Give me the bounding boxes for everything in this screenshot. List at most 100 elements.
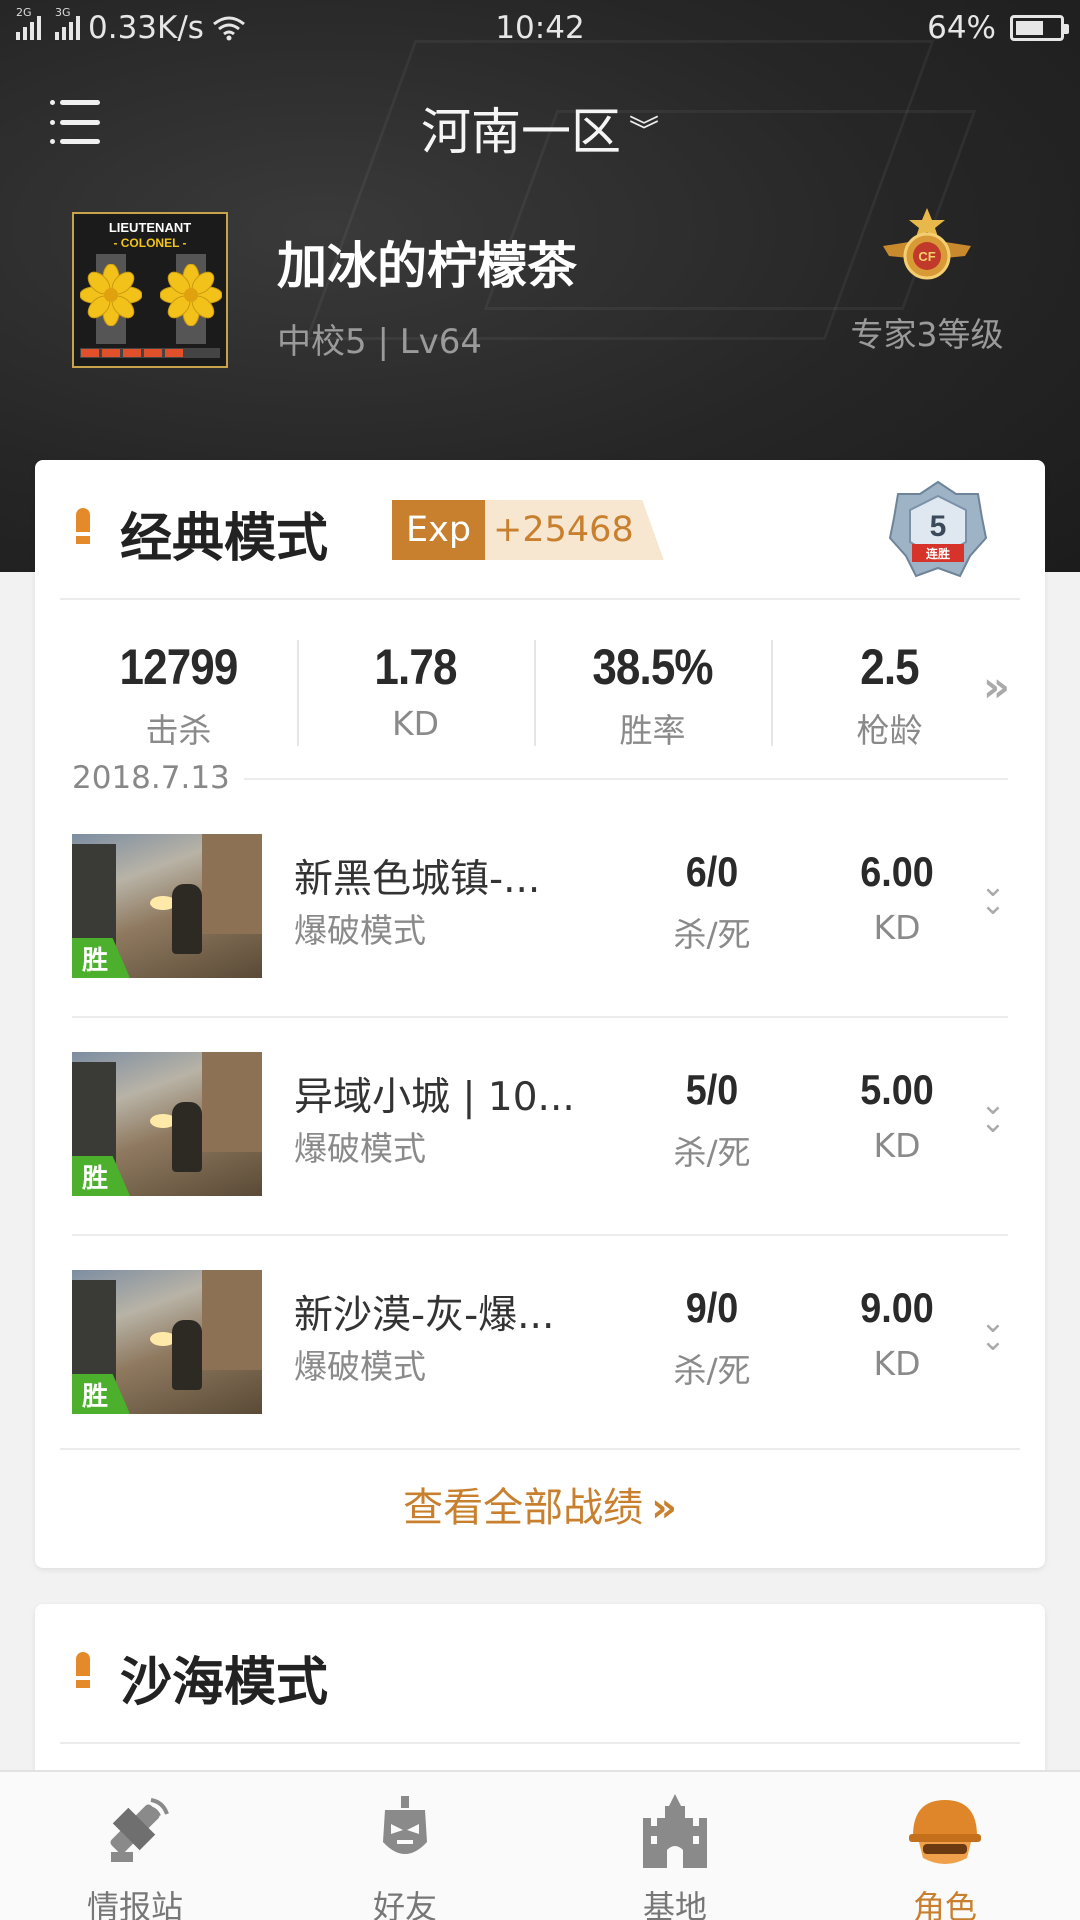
stat-kd: 1.78 KD: [297, 600, 534, 760]
streak-number: 5: [930, 510, 947, 543]
wifi-icon: [213, 16, 245, 41]
win-streak-badge-icon[interactable]: 5 连胜: [886, 478, 990, 582]
career-stats[interactable]: 12799 击杀 1.78 KD 38.5% 胜率 2.5 枪龄 »: [60, 600, 1020, 760]
game-mode: 爆破模式: [294, 1347, 426, 1386]
bottom-tab-bar: 情报站 好友 基地 角色: [0, 1770, 1080, 1920]
profile-summary: LIEUTENANT - COLONEL - 加冰的柠檬茶 中校5 | Lv64: [72, 208, 1012, 372]
tab-label: 基地: [642, 1888, 707, 1920]
expert-level[interactable]: CF 专家3等级: [842, 202, 1012, 356]
satellite-icon: [110, 1798, 169, 1862]
game-mode: 爆破模式: [294, 1129, 426, 1168]
streak-label: 连胜: [926, 546, 950, 561]
view-all-records-button[interactable]: 查看全部战绩»: [60, 1448, 1020, 1568]
tab-label: 角色: [912, 1888, 977, 1920]
mode-title: 沙海模式: [120, 1653, 329, 1713]
game-mode: 爆破模式: [294, 911, 426, 950]
rank-badge[interactable]: LIEUTENANT - COLONEL -: [72, 212, 228, 368]
match-list: 胜 新黑色城镇-... 爆破模式 6/0 杀/死 6.00 KD ⌄ ⌄ 胜 异域…: [72, 800, 1008, 1454]
stat-value: 38.5%: [592, 639, 713, 695]
map-thumbnail: 胜: [72, 834, 262, 978]
tab-character[interactable]: 角色: [810, 1772, 1080, 1920]
stat-kills: 12799 击杀: [60, 600, 297, 760]
expand-chevron-icon[interactable]: ⌄ ⌄: [978, 1308, 1008, 1356]
win-badge: 胜: [72, 938, 130, 978]
map-name: 异域小城 | 10...: [294, 1075, 575, 1120]
stat-label: 枪龄: [856, 711, 923, 750]
tab-intel[interactable]: 情报站: [0, 1772, 270, 1920]
chevron-down-icon: ︾: [629, 114, 659, 149]
map-thumbnail: 胜: [72, 1270, 262, 1414]
network-speed: 0.33K/s: [88, 10, 204, 46]
kills-deaths-value: 6/0: [685, 848, 739, 895]
battery-icon: [1010, 15, 1069, 41]
stat-value: 2.5: [860, 639, 919, 695]
rank-badge-line1: LIEUTENANT: [108, 220, 192, 235]
kills-deaths: 5/0 杀/死: [642, 1018, 782, 1174]
signal-icon: 3G: [55, 6, 80, 40]
kd-ratio: 6.00 KD: [827, 800, 967, 947]
region-label: 河南一区: [421, 103, 621, 161]
signal-icon: 2G: [16, 6, 41, 40]
win-badge: 胜: [72, 1156, 130, 1196]
kd-ratio-label: KD: [873, 908, 921, 947]
stat-value: 12799: [119, 639, 239, 695]
double-chevron-right-icon: »: [651, 1485, 677, 1531]
match-row[interactable]: 胜 异域小城 | 10... 爆破模式 5/0 杀/死 5.00 KD ⌄ ⌄: [72, 1018, 1008, 1236]
kd-ratio-value: 5.00: [860, 1066, 934, 1113]
kd-ratio-value: 9.00: [860, 1284, 934, 1331]
player-nickname: 加冰的柠檬茶: [277, 237, 577, 295]
map-name: 新黑色城镇-...: [294, 857, 541, 902]
expert-emblem-icon: CF: [883, 208, 971, 280]
stat-label: 胜率: [619, 711, 686, 750]
rank-progress-bar: [80, 348, 220, 358]
rank-level: 中校5 | Lv64: [277, 322, 483, 362]
kills-deaths-value: 5/0: [685, 1066, 739, 1113]
friends-icon: [383, 1796, 427, 1854]
status-bar: 2G 3G 0.33K/s 10:42 64%: [0, 0, 1080, 56]
match-row[interactable]: 胜 新黑色城镇-... 爆破模式 6/0 杀/死 6.00 KD ⌄ ⌄: [72, 800, 1008, 1018]
exp-badge: Exp +25468: [392, 500, 664, 560]
kills-deaths-label: 杀/死: [673, 1351, 751, 1390]
match-date: 2018.7.13: [72, 760, 244, 796]
region-selector[interactable]: 河南一区 ︾: [0, 92, 1080, 164]
bullet-icon: [76, 1652, 90, 1690]
bullet-icon: [76, 508, 90, 546]
card-header: 经典模式 Exp +25468 5 连胜: [60, 460, 1020, 600]
stat-label: 击杀: [145, 711, 212, 750]
star-flower-icon: [160, 264, 222, 326]
exp-value: +25468: [485, 500, 664, 560]
castle-icon: [643, 1794, 707, 1868]
expert-emblem-text: CF: [918, 249, 935, 264]
expand-chevron-icon[interactable]: ⌄ ⌄: [978, 872, 1008, 920]
exp-key: Exp: [392, 500, 486, 560]
kills-deaths-label: 杀/死: [673, 915, 751, 954]
tab-label: 情报站: [86, 1888, 183, 1920]
classic-mode-card: 经典模式 Exp +25468 5 连胜 12799 击杀 1.78 KD 38…: [35, 460, 1045, 1568]
map-name: 新沙漠-灰-爆...: [294, 1293, 555, 1338]
kd-ratio-label: KD: [873, 1126, 921, 1165]
kills-deaths-value: 9/0: [685, 1284, 739, 1331]
kd-ratio: 5.00 KD: [827, 1018, 967, 1165]
map-thumbnail: 胜: [72, 1052, 262, 1196]
expert-label: 专家3等级: [850, 315, 1004, 354]
card-header: 沙海模式: [60, 1604, 1020, 1744]
tab-friends[interactable]: 好友: [270, 1772, 540, 1920]
rank-badge-line2: - COLONEL -: [113, 236, 187, 250]
battery-level: [1016, 21, 1043, 35]
stat-gun-age: 2.5 枪龄: [771, 600, 1008, 760]
kd-ratio: 9.00 KD: [827, 1236, 967, 1383]
top-navigation: 河南一区 ︾: [0, 92, 1080, 162]
view-all-label: 查看全部战绩: [403, 1485, 644, 1531]
expand-chevron-icon[interactable]: ⌄ ⌄: [978, 1090, 1008, 1138]
match-row[interactable]: 胜 新沙漠-灰-爆... 爆破模式 9/0 杀/死 9.00 KD ⌄ ⌄: [72, 1236, 1008, 1454]
tab-base[interactable]: 基地: [540, 1772, 810, 1920]
stat-win-rate: 38.5% 胜率: [534, 600, 771, 760]
win-badge: 胜: [72, 1374, 130, 1414]
stat-label: KD: [391, 704, 440, 743]
chevron-right-icon[interactable]: »: [983, 662, 1010, 711]
mode-title: 经典模式: [120, 509, 329, 569]
kills-deaths: 6/0 杀/死: [642, 800, 782, 956]
helmet-icon: [909, 1800, 981, 1864]
battery-percent: 64%: [927, 10, 996, 46]
kd-ratio-label: KD: [873, 1344, 921, 1383]
